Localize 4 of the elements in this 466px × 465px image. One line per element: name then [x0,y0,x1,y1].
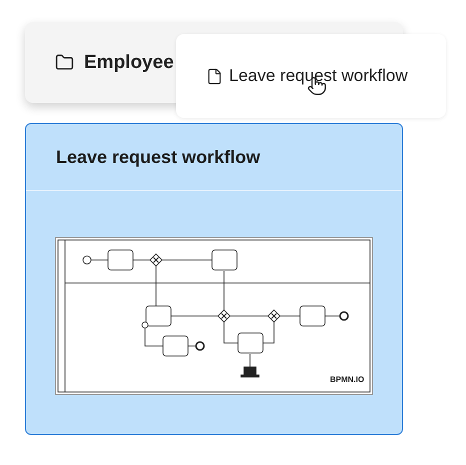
logo-text: BPMN.IO [330,375,364,384]
card-title: Leave request workflow [56,146,260,168]
folder-name: Employee [84,52,174,74]
file-name: Leave request workflow [229,66,408,86]
